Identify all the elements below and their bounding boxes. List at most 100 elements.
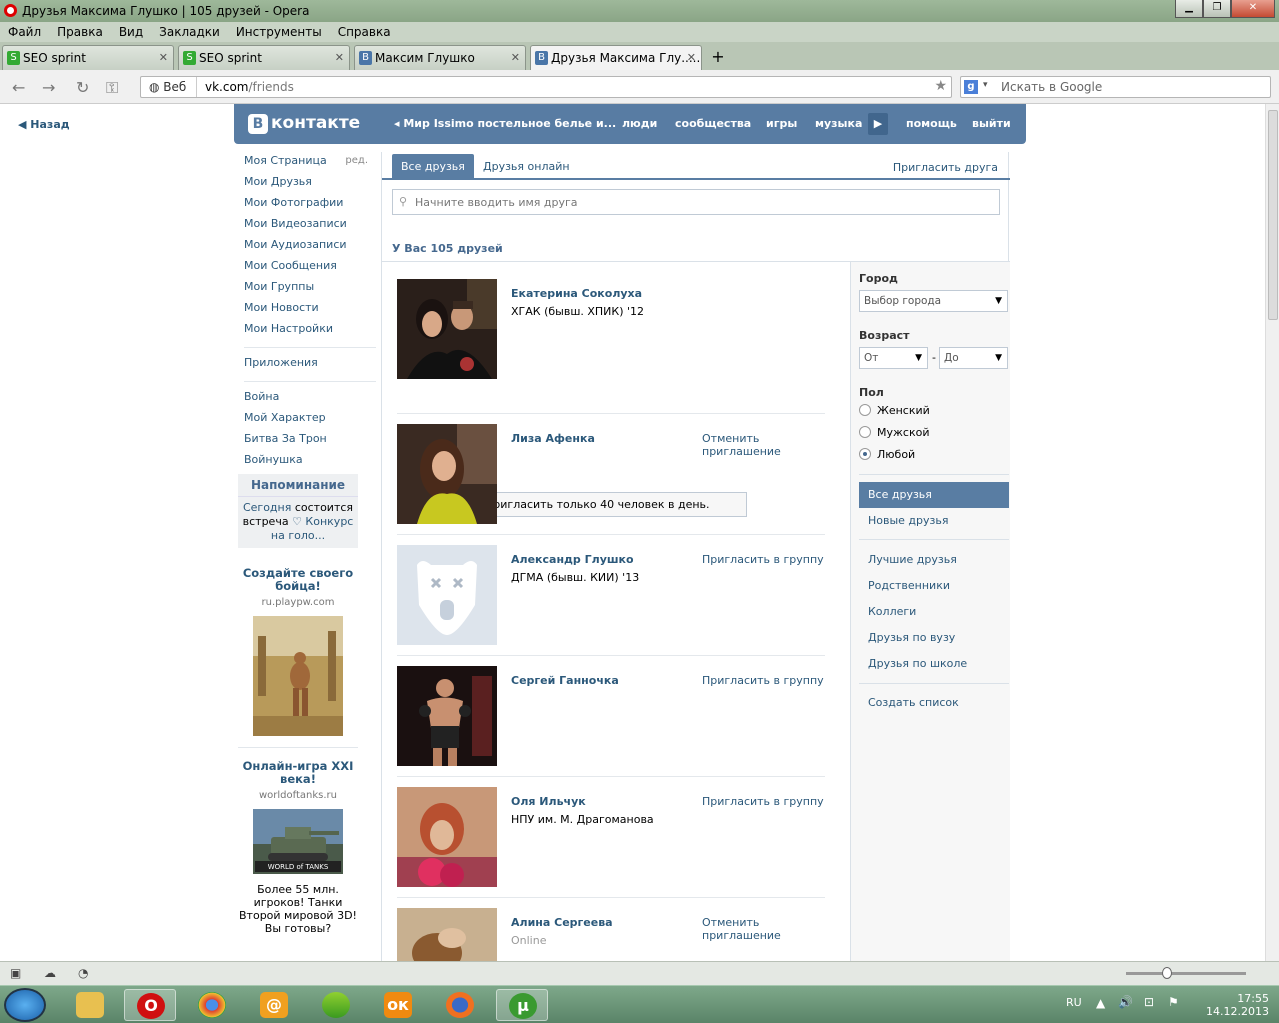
cloud-icon[interactable]: ☁ <box>44 966 56 980</box>
friend-name[interactable]: Сергей Ганночка <box>511 674 619 687</box>
sidebar-item-messages[interactable]: Мои Сообщения <box>244 257 376 278</box>
list-new-friends[interactable]: Новые друзья <box>859 509 1009 533</box>
taskbar-app[interactable] <box>310 989 362 1021</box>
radio-male[interactable]: Мужской <box>859 426 929 439</box>
scrollbar-thumb[interactable] <box>1268 110 1278 320</box>
invite-to-group-link[interactable]: Пригласить в группу <box>702 553 824 566</box>
sidebar-item-app[interactable]: Войнушка <box>244 451 376 472</box>
close-button[interactable]: ✕ <box>1231 0 1275 18</box>
key-icon[interactable]: ⚿ <box>106 78 118 98</box>
list-best-friends[interactable]: Лучшие друзья <box>859 548 1009 572</box>
maximize-button[interactable]: ❐ <box>1203 0 1231 18</box>
sidebar-item-settings[interactable]: Мои Настройки <box>244 320 376 341</box>
radio-any[interactable]: Любой <box>859 448 915 461</box>
clock[interactable]: 17:55 14.12.2013 <box>1206 992 1269 1018</box>
close-tab-icon[interactable]: ✕ <box>335 46 344 70</box>
ad-image[interactable] <box>253 616 343 736</box>
sidebar-item-app[interactable]: Битва За Трон <box>244 430 376 451</box>
friend-avatar[interactable] <box>397 787 497 887</box>
close-tab-icon[interactable]: ✕ <box>159 46 168 70</box>
friend-avatar[interactable] <box>397 908 497 961</box>
menu-edit[interactable]: Правка <box>57 22 103 42</box>
tab-friends-online[interactable]: Друзья онлайн <box>474 154 579 180</box>
invite-to-group-link[interactable]: Пригласить в группу <box>702 795 824 808</box>
sidebar-item-app[interactable]: Война <box>244 388 376 409</box>
taskbar-mail[interactable]: @ <box>248 989 300 1021</box>
taskbar-opera[interactable]: O <box>124 989 176 1021</box>
friend-search-input[interactable]: ⚲ Начните вводить имя друга <box>392 189 1000 215</box>
browser-tab-active[interactable]: В Друзья Максима Глу...... ✕ <box>530 45 702 70</box>
action-center-icon[interactable]: ⚑ <box>1168 995 1179 1009</box>
ad-title[interactable]: Онлайн-игра XXI века! <box>238 760 358 786</box>
friend-name[interactable]: Алина Сергеева <box>511 916 613 929</box>
chevron-down-icon[interactable]: ▾ <box>983 80 988 90</box>
nav-music[interactable]: музыка <box>815 117 862 130</box>
nav-games[interactable]: игры <box>766 117 797 130</box>
reminder-today-link[interactable]: Сегодня <box>243 501 291 514</box>
list-university-friends[interactable]: Друзья по вузу <box>859 626 1009 650</box>
sidebar-item-groups[interactable]: Мои Группы <box>244 278 376 299</box>
zoom-slider-knob[interactable] <box>1162 967 1172 979</box>
list-colleagues[interactable]: Коллеги <box>859 600 1009 624</box>
menu-file[interactable]: Файл <box>8 22 41 42</box>
friend-name[interactable]: Александр Глушко <box>511 553 634 566</box>
city-select[interactable]: Выбор города ▼ <box>859 290 1008 312</box>
back-arrow-icon[interactable]: ← <box>12 78 25 97</box>
sidebar-item-my-page[interactable]: Моя Страница ред. <box>244 152 376 173</box>
taskbar-explorer[interactable] <box>64 989 116 1021</box>
search-field[interactable]: g ▾ Искать в Google <box>960 76 1271 98</box>
panel-toggle-icon[interactable]: ▣ <box>10 966 21 980</box>
ad-image[interactable]: WORLD of TANKS <box>253 809 343 874</box>
cancel-invite-link[interactable]: Отменить приглашение <box>702 432 825 458</box>
friend-avatar[interactable] <box>397 279 497 379</box>
browser-tab[interactable]: S SEO sprint ✕ <box>2 45 174 70</box>
back-link[interactable]: ◀ Назад <box>18 118 70 131</box>
cancel-invite-link[interactable]: Отменить приглашение <box>702 916 825 942</box>
nav-more-arrow-icon[interactable]: ▶ <box>868 113 888 135</box>
age-to-select[interactable]: До ▼ <box>939 347 1008 369</box>
star-icon[interactable]: ★ <box>934 78 947 94</box>
menu-tools[interactable]: Инструменты <box>236 22 322 42</box>
invite-to-group-link[interactable]: Пригласить в группу <box>702 674 824 687</box>
taskbar-firefox[interactable] <box>434 989 486 1021</box>
list-school-friends[interactable]: Друзья по школе <box>859 652 1009 676</box>
taskbar-utorrent[interactable]: µ <box>496 989 548 1021</box>
language-indicator[interactable]: RU <box>1066 996 1082 1009</box>
vertical-scrollbar[interactable] <box>1265 104 1279 961</box>
sidebar-item-friends[interactable]: Мои Друзья <box>244 173 376 194</box>
browser-tab[interactable]: S SEO sprint ✕ <box>178 45 350 70</box>
reload-icon[interactable]: ↻ <box>76 78 89 97</box>
minimize-button[interactable]: ▁ <box>1175 0 1203 18</box>
sidebar-item-videos[interactable]: Мои Видеозаписи <box>244 215 376 236</box>
address-field[interactable]: ◍ Веб vk.com/friends ★ <box>140 76 952 98</box>
sidebar-item-news[interactable]: Мои Новости <box>244 299 376 320</box>
friend-name[interactable]: Оля Ильчук <box>511 795 586 808</box>
zoom-slider[interactable] <box>1126 967 1246 979</box>
list-relatives[interactable]: Родственники <box>859 574 1009 598</box>
taskbar-odnoklassniki[interactable]: ок <box>372 989 424 1021</box>
friend-avatar[interactable] <box>397 666 497 766</box>
sidebar-item-audio[interactable]: Мои Аудиозаписи <box>244 236 376 257</box>
age-from-select[interactable]: От ▼ <box>859 347 928 369</box>
menu-bookmarks[interactable]: Закладки <box>159 22 220 42</box>
nav-communities[interactable]: сообщества <box>675 117 751 130</box>
close-tab-icon[interactable]: ✕ <box>687 46 696 70</box>
invite-friend-link[interactable]: Пригласить друга <box>893 161 998 174</box>
browser-tab[interactable]: В Максим Глушко ✕ <box>354 45 526 70</box>
tray-arrow-icon[interactable]: ▲ <box>1096 996 1105 1010</box>
ad-title[interactable]: Создайте своего бойца! <box>238 567 358 593</box>
list-all-friends[interactable]: Все друзья <box>859 482 1009 508</box>
start-button[interactable] <box>4 988 46 1022</box>
speed-dial-icon[interactable]: ◔ <box>78 966 88 980</box>
network-icon[interactable]: ⊡ <box>1144 995 1154 1009</box>
ad-block[interactable]: Создайте своего бойца! ru.playpw.com <box>238 567 358 739</box>
sidebar-item-apps[interactable]: Приложения <box>244 354 376 375</box>
create-list-link[interactable]: Создать список <box>859 691 1009 715</box>
friend-avatar[interactable] <box>397 424 497 524</box>
volume-icon[interactable]: 🔊 <box>1118 995 1133 1009</box>
ad-block[interactable]: Онлайн-игра XXI века! worldoftanks.ru WO… <box>238 747 358 935</box>
menu-help[interactable]: Справка <box>338 22 391 42</box>
site-info-button[interactable]: ◍ Веб <box>141 77 197 97</box>
nav-people[interactable]: люди <box>622 117 657 130</box>
taskbar-chrome[interactable] <box>186 989 238 1021</box>
